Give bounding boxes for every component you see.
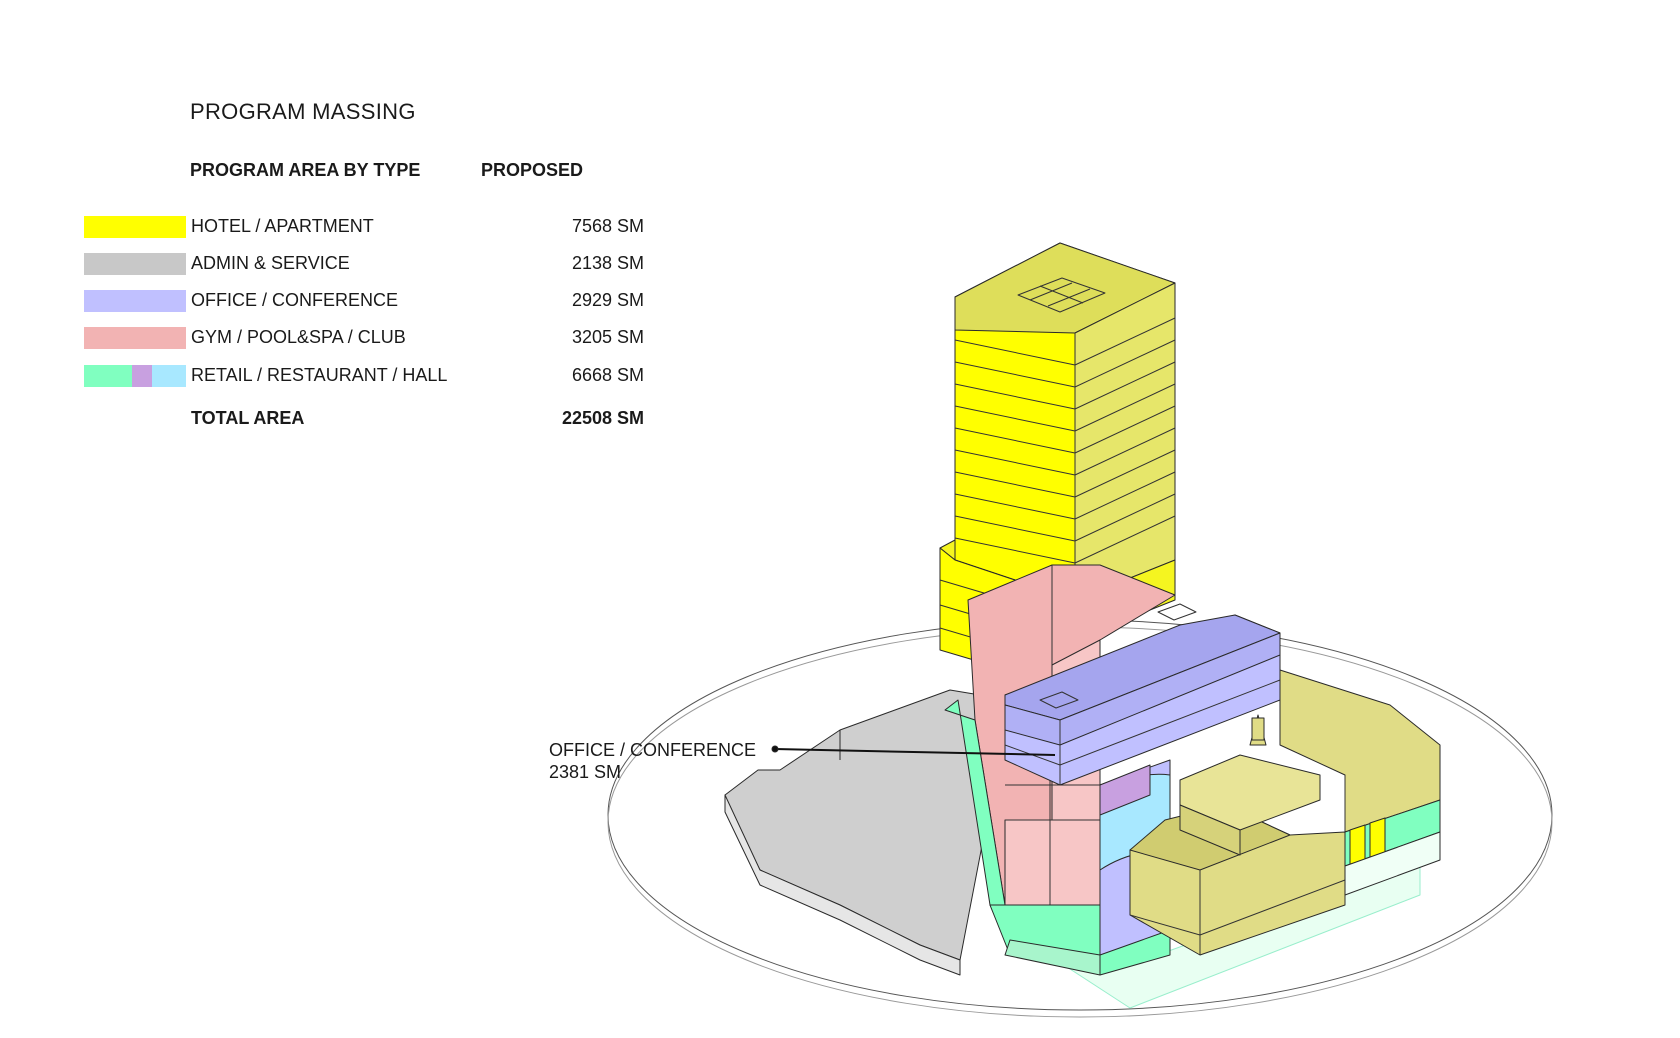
- callout-office: OFFICE / CONFERENCE 2381 SM: [549, 739, 756, 783]
- massing-diagram: [607, 242, 1553, 1018]
- callout-value: 2381 SM: [549, 762, 622, 782]
- callout-label: OFFICE / CONFERENCE: [549, 740, 757, 760]
